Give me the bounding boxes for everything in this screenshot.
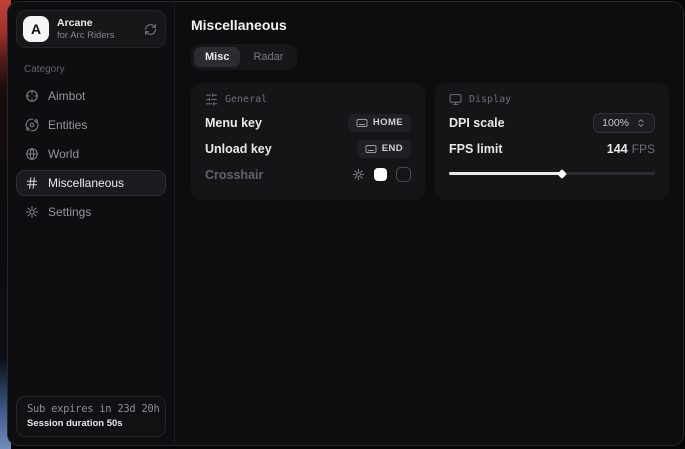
keyboard-icon bbox=[356, 117, 368, 129]
app-logo: A bbox=[23, 16, 49, 42]
dpi-scale-row: DPI scale 100% bbox=[449, 111, 655, 134]
tab-bar: Misc Radar bbox=[191, 44, 297, 70]
fps-limit-unit: FPS bbox=[632, 142, 655, 156]
menu-key-row: Menu key HOME bbox=[205, 111, 411, 134]
sidebar-item-label: Aimbot bbox=[48, 89, 85, 103]
session-duration-text: Session duration 50s bbox=[27, 418, 155, 429]
fps-slider-fill bbox=[449, 172, 562, 175]
app-subtitle: for Arc Riders bbox=[57, 30, 136, 41]
globe-icon bbox=[25, 147, 39, 161]
sidebar-item-label: Entities bbox=[48, 118, 87, 132]
gear-icon[interactable] bbox=[352, 168, 365, 181]
crosshair-checkbox[interactable] bbox=[396, 167, 411, 182]
general-panel: General Menu key HOME Unload key bbox=[191, 83, 425, 200]
sidebar-item-label: Miscellaneous bbox=[48, 176, 124, 190]
crosshair-label: Crosshair bbox=[205, 168, 263, 182]
sidebar-item-settings[interactable]: Settings bbox=[16, 199, 166, 225]
tab-radar[interactable]: Radar bbox=[242, 47, 294, 67]
page-title: Miscellaneous bbox=[191, 17, 669, 33]
dpi-scale-select[interactable]: 100% bbox=[593, 113, 655, 133]
app-name: Arcane bbox=[57, 17, 136, 29]
category-label: Category bbox=[24, 64, 166, 75]
orbit-icon bbox=[25, 118, 39, 132]
unload-key-label: Unload key bbox=[205, 142, 272, 156]
sidebar-item-aimbot[interactable]: Aimbot bbox=[16, 83, 166, 109]
color-swatch[interactable] bbox=[374, 168, 387, 181]
sidebar: A Arcane for Arc Riders Category Aimbot bbox=[8, 2, 175, 445]
sidebar-item-miscellaneous[interactable]: Miscellaneous bbox=[16, 170, 166, 196]
sidebar-item-world[interactable]: World bbox=[16, 141, 166, 167]
unload-key-value: END bbox=[382, 143, 403, 154]
keyboard-icon bbox=[365, 143, 377, 155]
chevrons-up-down-icon bbox=[636, 118, 646, 128]
app-window: A Arcane for Arc Riders Category Aimbot bbox=[7, 1, 684, 446]
sidebar-item-label: Settings bbox=[48, 205, 91, 219]
app-header-texts: Arcane for Arc Riders bbox=[57, 17, 136, 41]
crosshair-row: Crosshair bbox=[205, 163, 411, 186]
menu-key-label: Menu key bbox=[205, 116, 262, 130]
fps-limit-slider[interactable] bbox=[449, 172, 655, 175]
subscription-info-card: Sub expires in 23d 20h Session duration … bbox=[16, 396, 166, 437]
fps-limit-value: 144 bbox=[607, 142, 628, 156]
dpi-scale-label: DPI scale bbox=[449, 116, 505, 130]
general-panel-header: General bbox=[205, 93, 411, 106]
display-panel: Display DPI scale 100% FPS limit bbox=[435, 83, 669, 200]
refresh-icon[interactable] bbox=[144, 23, 157, 36]
monitor-icon bbox=[449, 93, 462, 106]
unload-key-bind-button[interactable]: END bbox=[357, 140, 411, 158]
crosshair-controls bbox=[352, 167, 411, 182]
sub-expires-text: Sub expires in 23d 20h bbox=[27, 403, 155, 415]
gear-icon bbox=[25, 205, 39, 219]
sidebar-item-entities[interactable]: Entities bbox=[16, 112, 166, 138]
fps-limit-row: FPS limit 144 FPS bbox=[449, 137, 655, 160]
crosshair-icon bbox=[25, 89, 39, 103]
display-panel-header: Display bbox=[449, 93, 655, 106]
sidebar-item-label: World bbox=[48, 147, 79, 161]
dpi-scale-value: 100% bbox=[602, 117, 629, 129]
tab-misc[interactable]: Misc bbox=[194, 47, 240, 67]
main-content: Miscellaneous Misc Radar Gene bbox=[175, 2, 683, 445]
unload-key-row: Unload key END bbox=[205, 137, 411, 160]
menu-key-value: HOME bbox=[373, 117, 403, 128]
hash-icon bbox=[25, 176, 39, 190]
fps-limit-label: FPS limit bbox=[449, 142, 502, 156]
panels-row: General Menu key HOME Unload key bbox=[191, 83, 669, 200]
app-header-card: A Arcane for Arc Riders bbox=[16, 10, 166, 48]
general-panel-title: General bbox=[225, 94, 267, 105]
fps-slider-thumb[interactable] bbox=[557, 169, 567, 179]
display-panel-title: Display bbox=[469, 94, 511, 105]
menu-key-bind-button[interactable]: HOME bbox=[348, 114, 411, 132]
sliders-icon bbox=[205, 93, 218, 106]
